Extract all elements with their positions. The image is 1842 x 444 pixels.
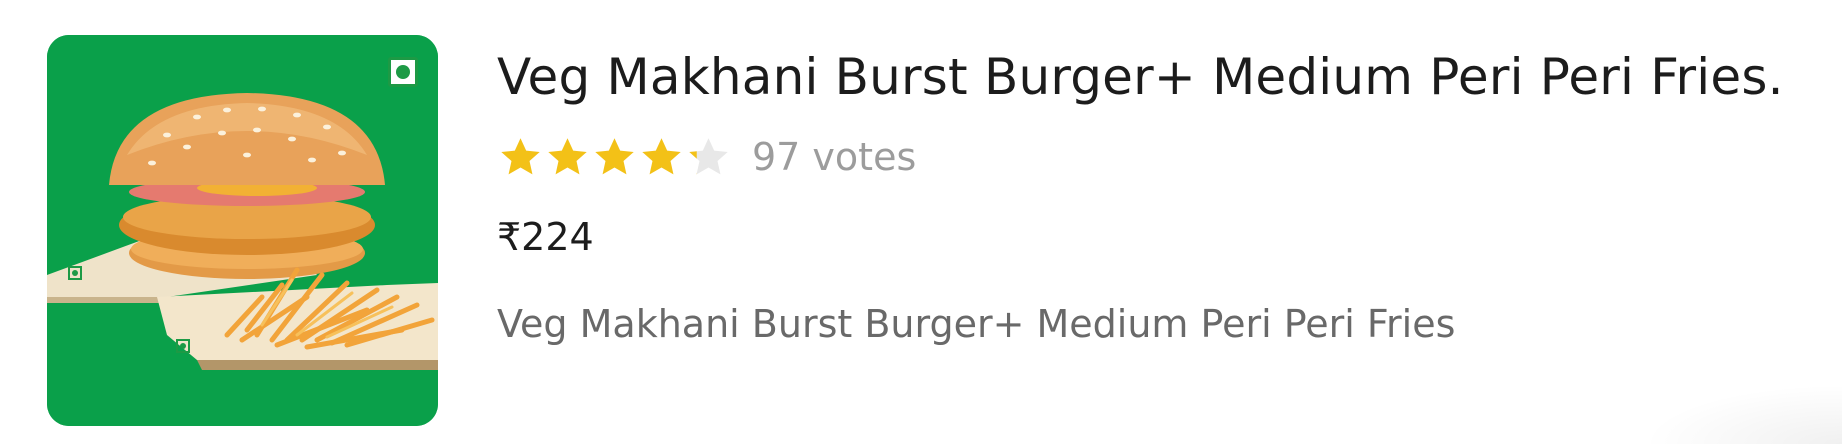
item-description: Veg Makhani Burst Burger+ Medium Peri Pe…	[497, 302, 1456, 346]
star-icon	[501, 137, 540, 174]
item-details: Veg Makhani Burst Burger+ Medium Peri Pe…	[497, 42, 1797, 349]
veg-indicator-icon	[388, 57, 418, 87]
item-image[interactable]	[47, 35, 438, 426]
item-title: Veg Makhani Burst Burger+ Medium Peri Pe…	[497, 48, 1784, 106]
star-icon	[642, 137, 681, 174]
burger-fries-image	[47, 35, 438, 426]
item-price: ₹224	[497, 215, 594, 259]
star-icon	[548, 137, 587, 174]
star-partial-icon	[689, 137, 728, 174]
star-rating	[497, 134, 732, 181]
corner-shadow	[1642, 384, 1842, 444]
menu-item-card[interactable]: Veg Makhani Burst Burger+ Medium Peri Pe…	[0, 0, 1842, 444]
rating-row: 97 votes	[497, 132, 1797, 182]
votes-count: 97 votes	[752, 135, 917, 179]
star-icon	[595, 137, 634, 174]
